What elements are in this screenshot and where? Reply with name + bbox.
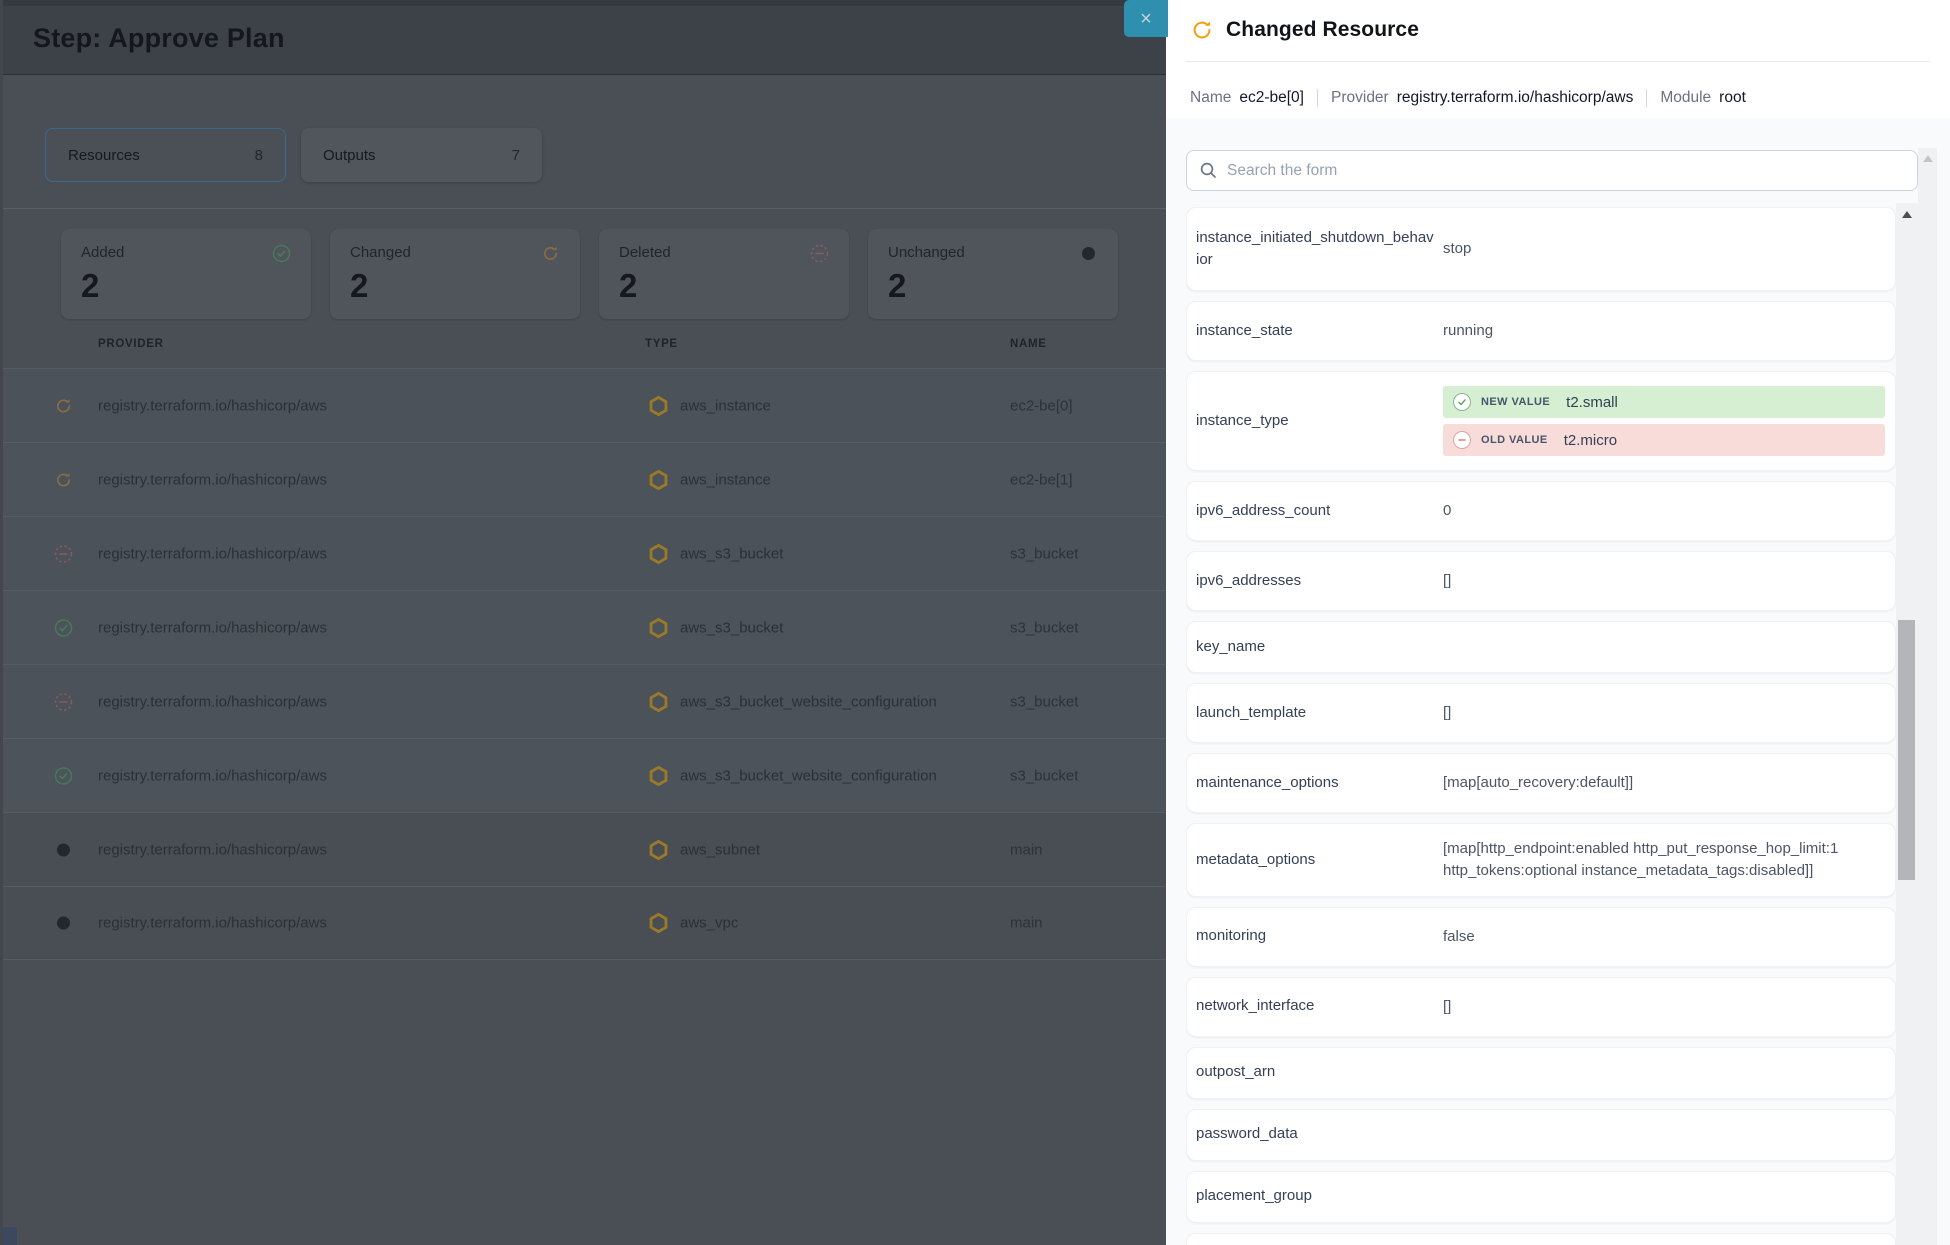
- attribute-key: password_data: [1196, 1123, 1435, 1146]
- changed-resource-icon: [1190, 18, 1214, 42]
- attribute-value: []: [1443, 570, 1881, 592]
- attribute-diff: NEW VALUE t2.small OLD VALUE t2.micro: [1443, 386, 1885, 456]
- attribute-value: running: [1443, 320, 1881, 342]
- attribute-value: []: [1443, 996, 1881, 1018]
- scroll-up-icon[interactable]: [1923, 155, 1933, 162]
- attribute-key: instance_initiated_shutdown_behavior: [1196, 227, 1435, 272]
- meta-label: Name: [1190, 89, 1231, 107]
- meta-value: registry.terraform.io/hashicorp/aws: [1397, 89, 1634, 107]
- attribute-key: outpost_arn: [1196, 1061, 1435, 1084]
- attribute-key: maintenance_options: [1196, 772, 1435, 795]
- attribute-key: metadata_options: [1196, 849, 1435, 872]
- new-value-label: NEW VALUE: [1481, 396, 1550, 408]
- attribute-key: monitoring: [1196, 925, 1435, 948]
- meta-value: root: [1719, 89, 1746, 107]
- old-value: t2.micro: [1564, 432, 1617, 449]
- attribute-row: placement_group: [1186, 1171, 1896, 1223]
- attribute-value: 0: [1443, 500, 1881, 522]
- drawer-body: instance_initiated_shutdown_behavior sto…: [1166, 118, 1950, 1245]
- attribute-key: network_interface: [1196, 995, 1435, 1018]
- attribute-row: metadata_options [map[http_endpoint:enab…: [1186, 823, 1896, 897]
- drawer-scrollbar[interactable]: [1918, 148, 1937, 1245]
- check-circle-icon: [1453, 393, 1471, 411]
- attribute-row: monitoring false: [1186, 907, 1896, 967]
- resource-meta: Name ec2-be[0] Provider registry.terrafo…: [1190, 78, 1746, 118]
- attribute-key: placement_group: [1196, 1185, 1435, 1208]
- attribute-row: maintenance_options [map[auto_recovery:d…: [1186, 753, 1896, 813]
- attribute-row: password_data: [1186, 1109, 1896, 1161]
- attribute-key: ipv6_address_count: [1196, 500, 1435, 523]
- meta-item: Name ec2-be[0]: [1190, 89, 1304, 107]
- minus-circle-icon: [1453, 431, 1471, 449]
- old-value-label: OLD VALUE: [1481, 434, 1548, 446]
- attribute-row-partial: [1186, 1233, 1896, 1245]
- close-drawer-button[interactable]: ×: [1124, 0, 1168, 37]
- attribute-row: key_name: [1186, 621, 1896, 673]
- attribute-row: network_interface []: [1186, 977, 1896, 1037]
- scrollbar-thumb[interactable]: [1898, 620, 1915, 880]
- attribute-row: launch_template []: [1186, 683, 1896, 743]
- search-input[interactable]: [1186, 150, 1918, 191]
- attribute-key: key_name: [1196, 636, 1435, 659]
- meta-label: Module: [1660, 89, 1711, 107]
- divider: [1186, 61, 1930, 62]
- attribute-key: ipv6_addresses: [1196, 570, 1435, 593]
- attribute-row: outpost_arn: [1186, 1047, 1896, 1099]
- list-scrollbar[interactable]: [1896, 203, 1918, 1245]
- attribute-row: instance_state running: [1186, 301, 1896, 361]
- attribute-value: [map[auto_recovery:default]]: [1443, 772, 1881, 794]
- attribute-value: false: [1443, 926, 1881, 948]
- attribute-row: instance_initiated_shutdown_behavior sto…: [1186, 207, 1896, 291]
- attribute-key: instance_type: [1196, 410, 1435, 433]
- meta-value: ec2-be[0]: [1239, 89, 1304, 107]
- new-value: t2.small: [1566, 394, 1618, 411]
- attribute-value: [map[http_endpoint:enabled http_put_resp…: [1443, 838, 1881, 882]
- meta-label: Provider: [1331, 89, 1389, 107]
- attribute-value: []: [1443, 702, 1881, 724]
- attribute-list: instance_initiated_shutdown_behavior sto…: [1186, 207, 1896, 1245]
- changed-resource-drawer: Changed Resource Name ec2-be[0] Provider…: [1166, 0, 1950, 1245]
- attribute-key: instance_state: [1196, 320, 1435, 343]
- attribute-key: launch_template: [1196, 702, 1435, 725]
- meta-item: Module root: [1646, 89, 1746, 107]
- meta-item: Provider registry.terraform.io/hashicorp…: [1317, 89, 1633, 107]
- attribute-row: ipv6_addresses []: [1186, 551, 1896, 611]
- drawer-header: Changed Resource Name ec2-be[0] Provider…: [1166, 0, 1950, 118]
- drawer-title: Changed Resource: [1226, 18, 1419, 42]
- close-icon: ×: [1140, 8, 1152, 30]
- attribute-row: ipv6_address_count 0: [1186, 481, 1896, 541]
- screen: Step: Approve Plan Resources 8 Outputs 7…: [0, 0, 1950, 1245]
- old-value-pill: OLD VALUE t2.micro: [1443, 424, 1885, 456]
- attribute-value: stop: [1443, 238, 1881, 260]
- scroll-up-icon[interactable]: [1902, 211, 1912, 218]
- attribute-row: instance_type NEW VALUE t2.small: [1186, 371, 1896, 471]
- new-value-pill: NEW VALUE t2.small: [1443, 386, 1885, 418]
- modal-scrim[interactable]: [0, 0, 1166, 1245]
